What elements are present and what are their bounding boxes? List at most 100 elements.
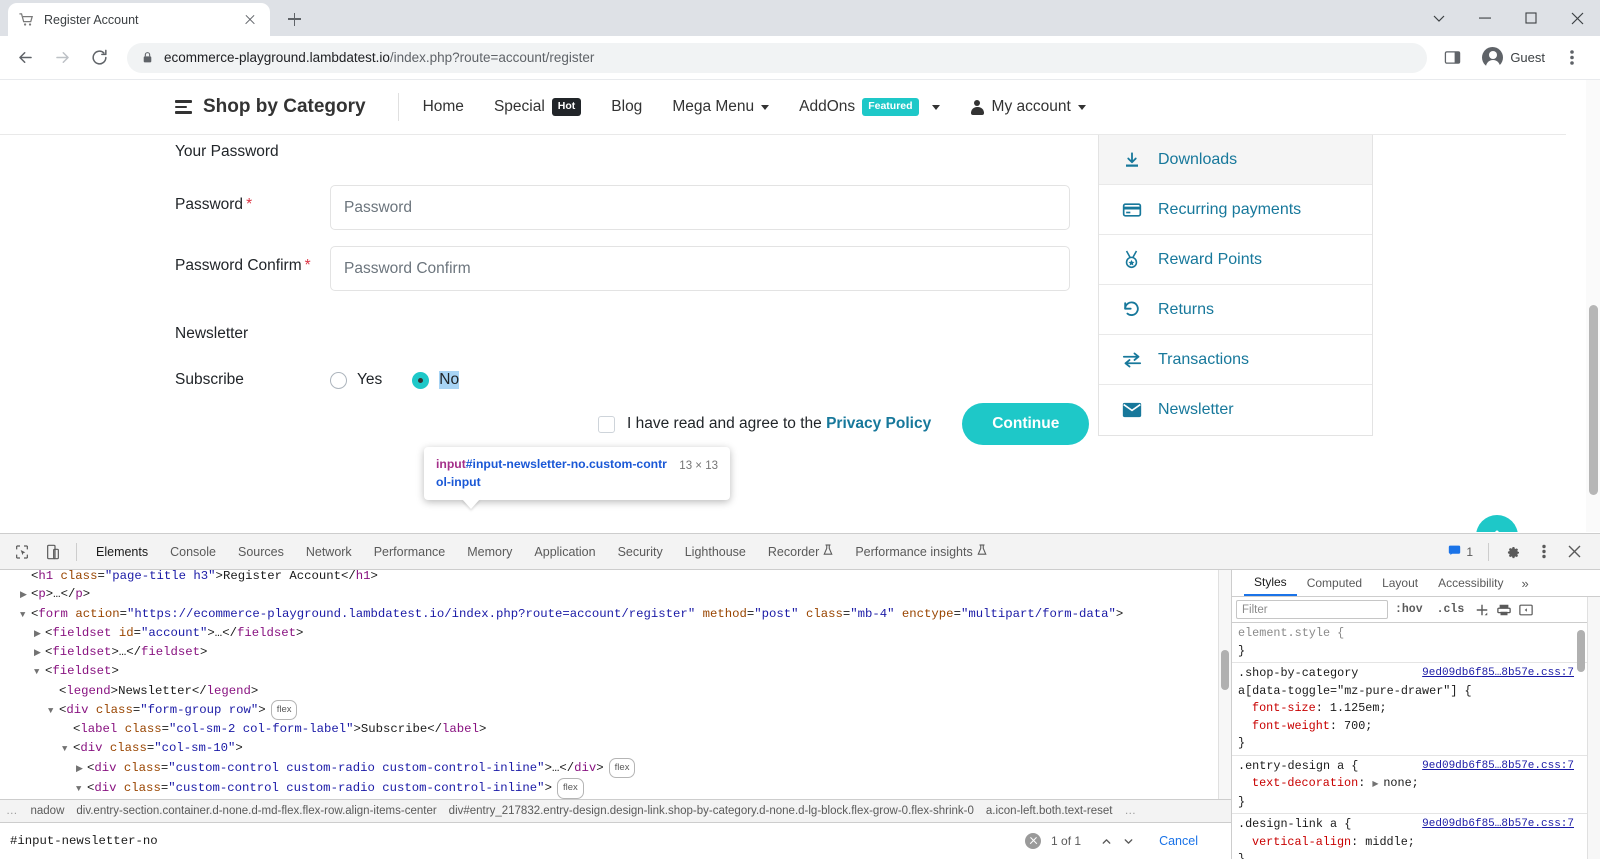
devtools-tab-application[interactable]: Application: [523, 534, 606, 570]
chevron-up-icon[interactable]: [1095, 830, 1117, 852]
radio-no-label[interactable]: No: [439, 371, 459, 389]
sidebar-item-newsletter[interactable]: Newsletter: [1099, 385, 1372, 435]
page-scrollbar[interactable]: [1586, 80, 1600, 532]
breadcrumb[interactable]: … nadow div.entry-section.container.d-none…: [0, 799, 1232, 822]
tab-layout[interactable]: Layout: [1372, 570, 1428, 596]
css-rules-list[interactable]: element.style {}.shop-by-category9ed09db…: [1232, 623, 1600, 859]
dom-tree-node[interactable]: ▼<fieldset>: [0, 662, 1231, 681]
maximize-button[interactable]: [1508, 0, 1554, 36]
css-selector[interactable]: .shop-by-category9ed09db6f85…8b57e.css:7: [1238, 665, 1600, 683]
dom-tree-node[interactable]: <legend>Newsletter</legend>: [0, 682, 1231, 700]
shop-by-category-button[interactable]: Shop by Category: [175, 96, 366, 118]
close-icon[interactable]: [1561, 538, 1588, 565]
password-input[interactable]: Password: [330, 185, 1070, 230]
css-source-link[interactable]: 9ed09db6f85…8b57e.css:7: [1422, 816, 1574, 834]
print-media-icon[interactable]: [1493, 599, 1515, 621]
minimize-button[interactable]: [1462, 0, 1508, 36]
dom-tree-node[interactable]: <h1 class="page-title h3">Register Accou…: [0, 570, 1231, 585]
window-close-icon[interactable]: [1554, 0, 1600, 36]
dom-tree-node[interactable]: ▶<p>…</p>: [0, 585, 1231, 604]
forward-icon[interactable]: [45, 41, 79, 75]
nav-item-addons[interactable]: AddOns Featured: [799, 98, 939, 116]
gear-icon[interactable]: [1499, 538, 1526, 565]
dom-tree-node[interactable]: <label class="col-sm-2 col-form-label">S…: [0, 720, 1231, 738]
devtools-tab-network[interactable]: Network: [295, 534, 363, 570]
cls-button[interactable]: .cls: [1430, 603, 1472, 616]
css-rule[interactable]: .entry-design a {9ed09db6f85…8b57e.css:7…: [1232, 756, 1600, 815]
css-rule[interactable]: .design-link a {9ed09db6f85…8b57e.css:7v…: [1232, 814, 1600, 859]
css-declaration[interactable]: vertical-align: middle;: [1238, 834, 1600, 852]
css-selector[interactable]: element.style {: [1238, 625, 1600, 643]
clear-icon[interactable]: [1025, 833, 1041, 849]
devtools-tab-sources[interactable]: Sources: [227, 534, 295, 570]
back-icon[interactable]: [8, 41, 42, 75]
password-confirm-input[interactable]: Password Confirm: [330, 246, 1070, 291]
breadcrumb-item[interactable]: div.entry-section.container.d-none.d-md-…: [76, 805, 436, 817]
dom-tree-node[interactable]: ▶<fieldset id="account">…</fieldset>: [0, 624, 1231, 643]
css-declaration[interactable]: font-weight: 700;: [1238, 718, 1600, 736]
dom-tree-node[interactable]: ▶<fieldset>…</fieldset>: [0, 643, 1231, 662]
devtools-tab-recorder[interactable]: Recorder: [757, 534, 844, 570]
expand-icon[interactable]: ▶: [1372, 780, 1383, 789]
privacy-policy-link[interactable]: Privacy Policy: [826, 415, 931, 432]
device-toolbar-icon[interactable]: [39, 538, 66, 565]
toggle-sidebar-icon[interactable]: [1515, 599, 1537, 621]
chevron-down-icon[interactable]: [1416, 0, 1462, 36]
dom-tree-node[interactable]: ▼<form action="https://ecommerce-playgro…: [0, 605, 1231, 624]
breadcrumb-item[interactable]: …: [6, 805, 19, 817]
nav-item-blog[interactable]: Blog: [611, 98, 642, 116]
hov-button[interactable]: :hov: [1388, 603, 1430, 616]
devtools-tab-performance[interactable]: Performance: [363, 534, 457, 570]
plus-icon[interactable]: [1471, 599, 1493, 621]
page-scrollbar-thumb[interactable]: [1589, 305, 1598, 495]
breadcrumb-item[interactable]: div#entry_217832.entry-design.design-lin…: [449, 805, 974, 817]
dom-tree-node[interactable]: ▶<div class="custom-control custom-radio…: [0, 758, 1231, 778]
css-declaration[interactable]: font-size: 1.125em;: [1238, 700, 1600, 718]
dom-search-bar[interactable]: 1 of 1 Cancel: [0, 822, 1232, 859]
breadcrumb-item[interactable]: nadow: [31, 805, 65, 817]
new-tab-button[interactable]: [280, 5, 308, 33]
dom-tree-scrollbar[interactable]: [1218, 570, 1231, 821]
devtools-tab-performance-insights[interactable]: Performance insights: [844, 534, 997, 570]
styles-scrollbar[interactable]: [1587, 597, 1600, 859]
inspect-element-icon[interactable]: [8, 538, 35, 565]
reload-icon[interactable]: [82, 41, 116, 75]
sidebar-item-transactions[interactable]: Transactions: [1099, 335, 1372, 385]
radio-newsletter-yes[interactable]: Yes: [330, 371, 382, 389]
css-declaration[interactable]: text-decoration: ▶ none;: [1238, 775, 1600, 794]
sidebar-item-returns[interactable]: Returns: [1099, 285, 1372, 335]
css-selector[interactable]: .design-link a {9ed09db6f85…8b57e.css:7: [1238, 816, 1600, 834]
tab-computed[interactable]: Computed: [1297, 570, 1372, 596]
devtools-tab-security[interactable]: Security: [607, 534, 674, 570]
close-icon[interactable]: [240, 10, 260, 30]
address-bar[interactable]: ecommerce-playground.lambdatest.io/index…: [127, 43, 1427, 73]
radio-yes-label[interactable]: Yes: [357, 371, 382, 389]
dom-tree-node[interactable]: ▼<div class="col-sm-10">: [0, 739, 1231, 758]
dom-tree[interactable]: <h1 class="page-title h3">Register Accou…: [0, 570, 1231, 817]
css-rule[interactable]: element.style {}: [1232, 623, 1600, 663]
sidebar-item-downloads[interactable]: Downloads: [1099, 135, 1372, 185]
styles-scrollbar-thumb[interactable]: [1577, 630, 1585, 672]
dom-tree-node[interactable]: ▼<div class="custom-control custom-radio…: [0, 778, 1231, 798]
more-tabs-button[interactable]: »: [1513, 576, 1536, 591]
cancel-button[interactable]: Cancel: [1159, 834, 1198, 848]
css-source-link[interactable]: 9ed09db6f85…8b57e.css:7: [1422, 665, 1574, 683]
devtools-tab-console[interactable]: Console: [159, 534, 227, 570]
browser-tab[interactable]: Register Account: [8, 3, 270, 36]
devtools-tab-lighthouse[interactable]: Lighthouse: [674, 534, 757, 570]
dom-tree-pane[interactable]: <h1 class="page-title h3">Register Accou…: [0, 570, 1232, 859]
scroll-to-top-button[interactable]: [1476, 515, 1518, 532]
kebab-menu-icon[interactable]: [1555, 41, 1589, 75]
nav-item-my-account[interactable]: My account: [970, 98, 1086, 116]
devtools-tab-memory[interactable]: Memory: [456, 534, 523, 570]
radio-newsletter-no[interactable]: No: [412, 371, 459, 389]
radio-circle-icon[interactable]: [330, 372, 347, 389]
radio-circle-selected-icon[interactable]: [412, 372, 429, 389]
tab-accessibility[interactable]: Accessibility: [1428, 570, 1513, 596]
css-rule[interactable]: .shop-by-category9ed09db6f85…8b57e.css:7…: [1232, 663, 1600, 756]
nav-item-mega-menu[interactable]: Mega Menu: [672, 98, 769, 116]
sidebar-item-recurring-payments[interactable]: Recurring payments: [1099, 185, 1372, 235]
dom-tree-scrollbar-thumb[interactable]: [1221, 650, 1229, 690]
search-input[interactable]: [8, 833, 1025, 849]
filter-input[interactable]: Filter: [1236, 600, 1388, 619]
